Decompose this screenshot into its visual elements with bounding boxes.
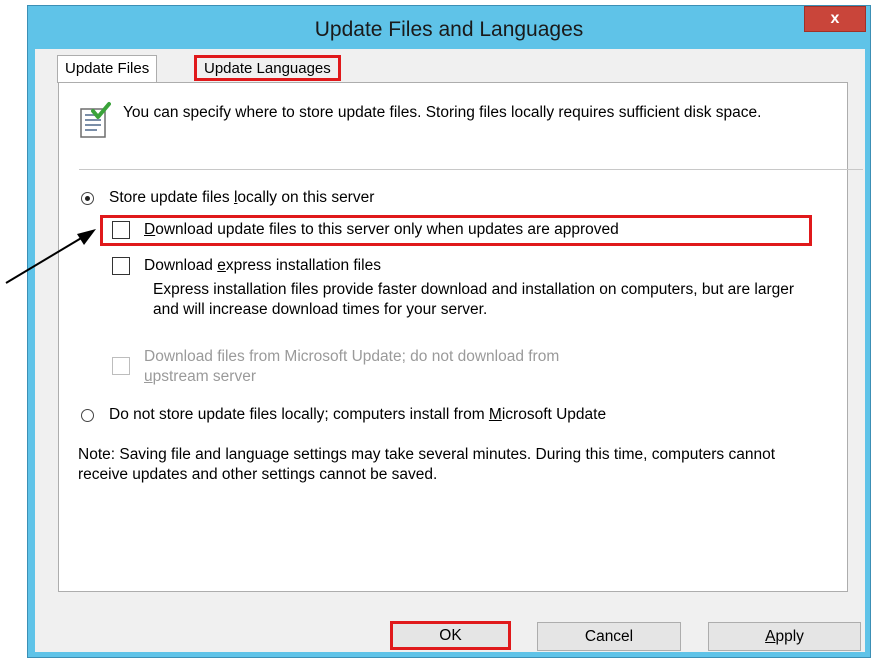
annotation-arrow-icon xyxy=(5,229,96,284)
